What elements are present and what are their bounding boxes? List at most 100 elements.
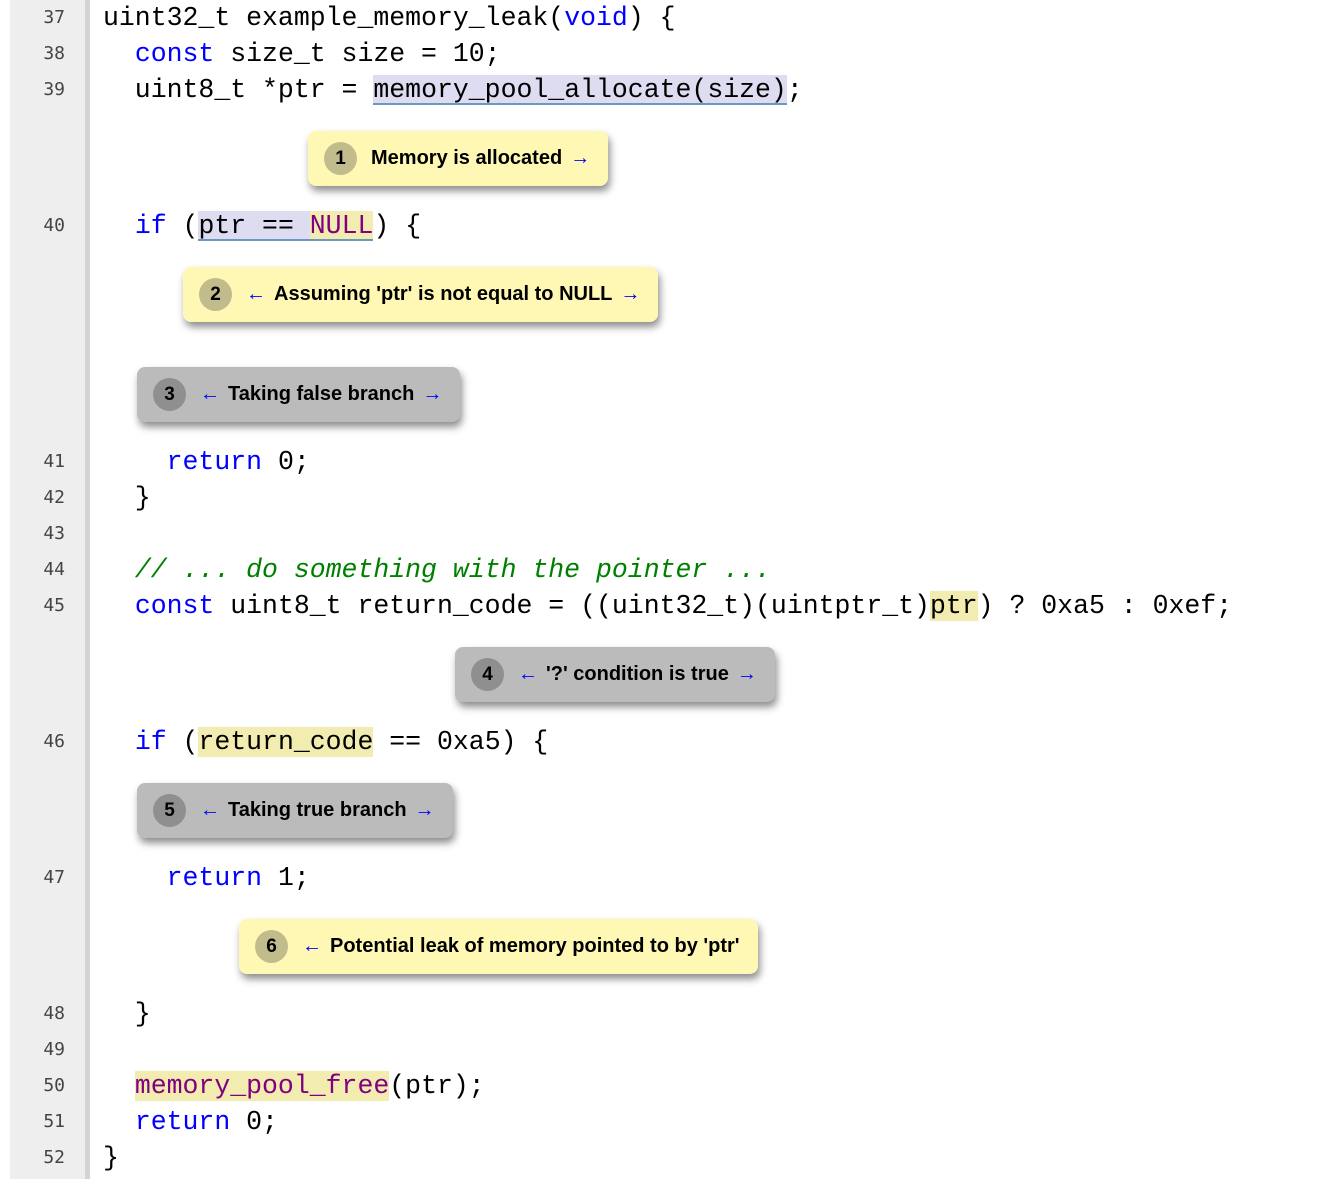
step-number-badge: 4 xyxy=(471,658,504,691)
code-line: 44 // ... do something with the pointer … xyxy=(0,552,1342,588)
code-text: const size_t size = 10; xyxy=(103,36,501,72)
code-token-highlight: const xyxy=(134,39,215,69)
next-step-arrow-icon[interactable]: → xyxy=(415,799,435,822)
code-token-highlight: memory_pool_allocate(size) xyxy=(373,75,787,105)
code-line: 50 memory_pool_free(ptr); xyxy=(0,1068,1342,1104)
line-number: 50 xyxy=(43,1075,65,1096)
code-line: 42 } xyxy=(0,480,1342,516)
code-token: ) { xyxy=(627,3,676,33)
code-token-highlight: const xyxy=(134,591,215,621)
path-note-row: 1 Memory is allocated → xyxy=(0,108,1342,208)
event-note: 2 ← Assuming 'ptr' is not equal to NULL → xyxy=(183,267,659,322)
code-token-highlight: NULL xyxy=(309,211,374,241)
code-token-highlight: return xyxy=(166,863,263,893)
code-token: ; xyxy=(786,75,803,105)
previous-step-arrow-icon[interactable]: ← xyxy=(302,935,322,958)
control-flow-note: 5 ← Taking true branch → xyxy=(137,783,453,838)
code-line: 52} xyxy=(0,1140,1342,1176)
note-message: Memory is allocated xyxy=(371,147,563,169)
code-token-highlight: // ... do something with the pointer ... xyxy=(134,555,771,585)
code-text: return 1; xyxy=(103,860,310,896)
code-text: } xyxy=(103,996,151,1032)
note-message: '?' condition is true xyxy=(546,663,729,685)
previous-step-arrow-icon[interactable]: ← xyxy=(200,799,220,822)
code-line: 39 uint8_t *ptr = memory_pool_allocate(s… xyxy=(0,72,1342,108)
code-line: 46 if (return_code == 0xa5) { xyxy=(0,724,1342,760)
code-text: memory_pool_free(ptr); xyxy=(103,1068,485,1104)
code-token: uint8_t return_code = ((uint32_t)(uintpt… xyxy=(214,591,930,621)
next-step-arrow-icon[interactable]: → xyxy=(737,663,757,686)
previous-step-arrow-icon[interactable]: ← xyxy=(518,663,538,686)
code-token: } xyxy=(103,1143,119,1173)
code-token: size_t size = 10; xyxy=(214,39,501,69)
previous-step-arrow-icon[interactable]: ← xyxy=(246,283,266,306)
line-number: 45 xyxy=(43,595,65,616)
next-step-arrow-icon[interactable]: → xyxy=(422,383,442,406)
code-token: uint8_t *ptr = xyxy=(103,75,374,105)
code-token-highlight: memory_pool_free xyxy=(134,1071,390,1101)
note-message: Taking true branch xyxy=(228,799,407,821)
line-number: 51 xyxy=(43,1111,65,1132)
code-token: } xyxy=(103,999,151,1029)
code-text: } xyxy=(103,1140,119,1176)
code-line: 49 xyxy=(0,1032,1342,1068)
line-number: 39 xyxy=(43,79,65,100)
code-token: } xyxy=(103,483,151,513)
code-token-highlight: void xyxy=(564,3,628,33)
code-line: 41 return 0; xyxy=(0,444,1342,480)
code-text: if (ptr == NULL) { xyxy=(103,208,421,244)
note-message: Taking false branch xyxy=(228,383,415,405)
line-number: 43 xyxy=(43,523,65,544)
code-token: (ptr); xyxy=(389,1071,485,1101)
line-number: 49 xyxy=(43,1039,65,1060)
code-token: ) ? 0xa5 : 0xef; xyxy=(977,591,1233,621)
line-number: 46 xyxy=(43,731,65,752)
line-number: 41 xyxy=(43,451,65,472)
code-token: uint32_t example_memory_leak( xyxy=(103,3,565,33)
path-note-row: 5 ← Taking true branch → xyxy=(0,760,1342,860)
next-step-arrow-icon[interactable]: → xyxy=(570,147,590,170)
step-number-badge: 5 xyxy=(153,794,186,827)
code-text: return 0; xyxy=(103,444,310,480)
code-text: uint8_t *ptr = memory_pool_allocate(size… xyxy=(103,72,803,108)
code-line: 48 } xyxy=(0,996,1342,1032)
path-note-row: 6 ← Potential leak of memory pointed to by… xyxy=(0,896,1342,996)
code-token: 0; xyxy=(262,447,310,477)
control-flow-note: 4 ← '?' condition is true → xyxy=(455,647,775,702)
code-token-highlight: return xyxy=(166,447,263,477)
code-text: // ... do something with the pointer ... xyxy=(103,552,771,588)
code-token: ( xyxy=(166,211,199,241)
code-token-highlight: return xyxy=(134,1107,231,1137)
path-note-row: 3 ← Taking false branch → xyxy=(0,344,1342,444)
code-token-highlight: if xyxy=(134,727,167,757)
step-number-badge: 2 xyxy=(199,278,232,311)
event-note: 6 ← Potential leak of memory pointed to by… xyxy=(239,919,758,974)
previous-step-arrow-icon[interactable]: ← xyxy=(200,383,220,406)
code-token-highlight: return_code xyxy=(198,727,374,757)
next-step-arrow-icon[interactable]: → xyxy=(620,283,640,306)
event-note: 1 Memory is allocated → xyxy=(308,131,609,186)
code-token-highlight: ptr xyxy=(929,591,978,621)
line-number: 48 xyxy=(43,1003,65,1024)
path-note-row: 2 ← Assuming 'ptr' is not equal to NULL → xyxy=(0,244,1342,344)
step-number-badge: 6 xyxy=(255,930,288,963)
code-line: 51 return 0; xyxy=(0,1104,1342,1140)
step-number-badge: 3 xyxy=(153,378,186,411)
line-number: 38 xyxy=(43,43,65,64)
line-number: 40 xyxy=(43,215,65,236)
step-number-badge: 1 xyxy=(324,142,357,175)
line-number: 44 xyxy=(43,559,65,580)
code-token: ( xyxy=(166,727,199,757)
code-token: ) { xyxy=(373,211,422,241)
code-token: 0; xyxy=(230,1107,278,1137)
code-line: 38 const size_t size = 10; xyxy=(0,36,1342,72)
code-line: 37 uint32_t example_memory_leak(void) { xyxy=(0,0,1342,36)
